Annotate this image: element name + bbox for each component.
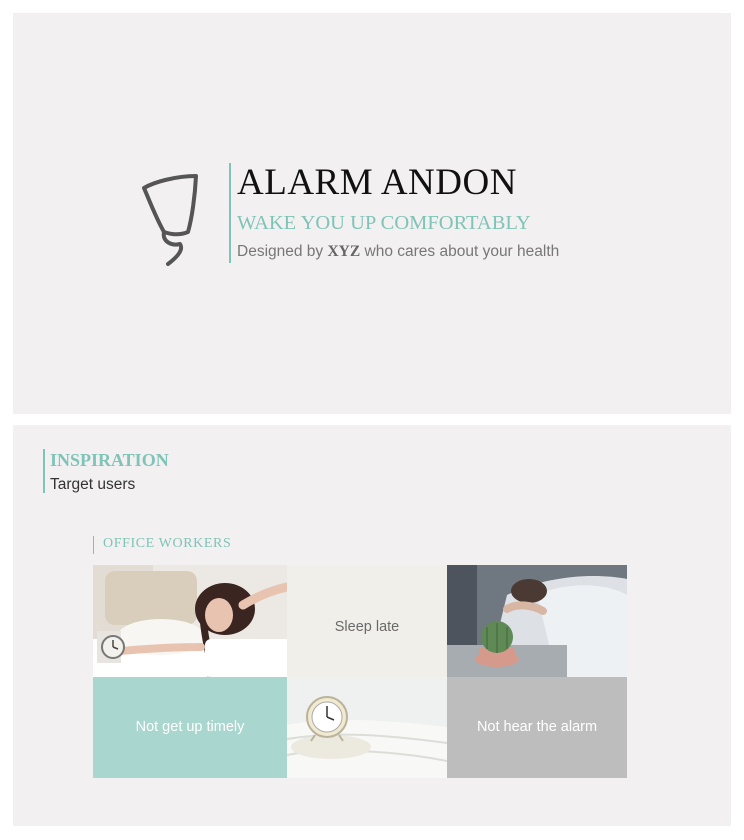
alarm-andon-logo-icon xyxy=(142,174,198,266)
hero-panel: ALARM ANDON WAKE YOU UP COMFORTABLY Desi… xyxy=(13,13,731,414)
tile-label: Not get up timely xyxy=(135,719,245,735)
tagline: WAKE YOU UP COMFORTABLY xyxy=(237,212,531,234)
section-subtitle: Target users xyxy=(50,476,136,493)
byline-author: XYZ xyxy=(327,243,361,260)
woman-stretching-alarm-clock-photo xyxy=(93,565,287,677)
reason-tile-not-hear-the-alarm: Not hear the alarm xyxy=(447,677,627,778)
tile-label: Not hear the alarm xyxy=(476,719,598,735)
hero-divider xyxy=(229,163,231,263)
reason-tile-sleep-late: Sleep late xyxy=(287,565,447,677)
section-divider xyxy=(43,449,45,493)
app-title: ALARM ANDON xyxy=(237,162,517,203)
byline-prefix: Designed by xyxy=(237,243,328,260)
designer-byline: Designed by XYZ who cares about your hea… xyxy=(237,243,559,261)
inspiration-panel: INSPIRATION Target users OFFICE WORKERS … xyxy=(13,425,731,826)
byline-suffix: who cares about your health xyxy=(360,243,560,260)
reason-tile-not-get-up-timely: Not get up timely xyxy=(93,677,287,778)
hand-on-cactus-bedside-photo xyxy=(447,565,627,677)
group-title: OFFICE WORKERS xyxy=(103,536,232,551)
tile-label: Sleep late xyxy=(334,619,400,635)
group-divider xyxy=(93,536,94,554)
section-title: INSPIRATION xyxy=(50,450,169,470)
alarm-clock-on-towels-photo xyxy=(287,677,447,778)
